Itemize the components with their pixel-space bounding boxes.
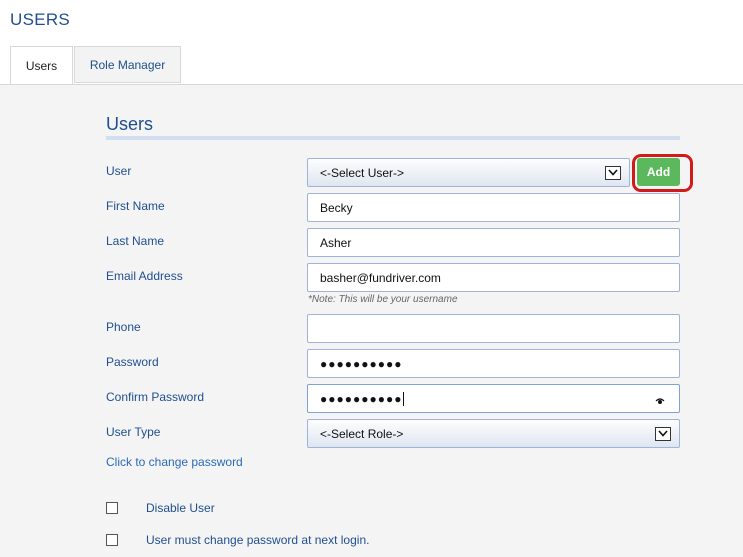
first-name-label: First Name [106, 199, 165, 213]
phone-label: Phone [106, 320, 141, 334]
chevron-down-icon [605, 165, 621, 180]
password-value: ●●●●●●●●●● [320, 356, 403, 371]
last-name-field[interactable]: Asher [307, 228, 680, 257]
username-note: *Note: This will be your username [308, 294, 458, 305]
first-name-field[interactable]: Becky [307, 193, 680, 222]
user-label: User [106, 164, 132, 178]
user-select-value: <-Select User-> [320, 165, 405, 180]
change-password-link[interactable]: Click to change password [106, 455, 243, 469]
section-title: Users [106, 114, 154, 134]
confirm-password-field[interactable]: ●●●●●●●●●● [307, 384, 680, 413]
add-user-button[interactable]: Add [637, 158, 680, 186]
disable-user-checkbox[interactable] [106, 502, 118, 514]
disable-user-label: Disable User [146, 501, 215, 515]
text-cursor [403, 391, 405, 406]
must-change-password-label: User must change password at next login. [146, 533, 370, 547]
user-type-label: User Type [106, 425, 161, 439]
last-name-label: Last Name [106, 234, 165, 248]
page-title: USERS [10, 10, 71, 29]
phone-field[interactable] [307, 314, 680, 343]
section-divider [106, 136, 680, 140]
tab-role-manager[interactable]: Role Manager [74, 46, 181, 83]
chevron-down-icon [655, 426, 671, 441]
eye-icon[interactable] [655, 394, 665, 408]
password-label: Password [106, 355, 159, 369]
confirm-password-label: Confirm Password [106, 390, 205, 404]
email-field[interactable]: basher@fundriver.com [307, 263, 680, 292]
password-field[interactable]: ●●●●●●●●●● [307, 349, 680, 378]
user-select[interactable]: <-Select User-> [307, 158, 630, 187]
must-change-password-checkbox[interactable] [106, 534, 118, 546]
tab-users[interactable]: Users [10, 46, 73, 85]
user-type-select[interactable]: <-Select Role-> [307, 419, 680, 448]
email-label: Email Address [106, 269, 183, 283]
user-type-select-value: <-Select Role-> [320, 426, 404, 441]
confirm-password-value: ●●●●●●●●●● [320, 391, 403, 406]
